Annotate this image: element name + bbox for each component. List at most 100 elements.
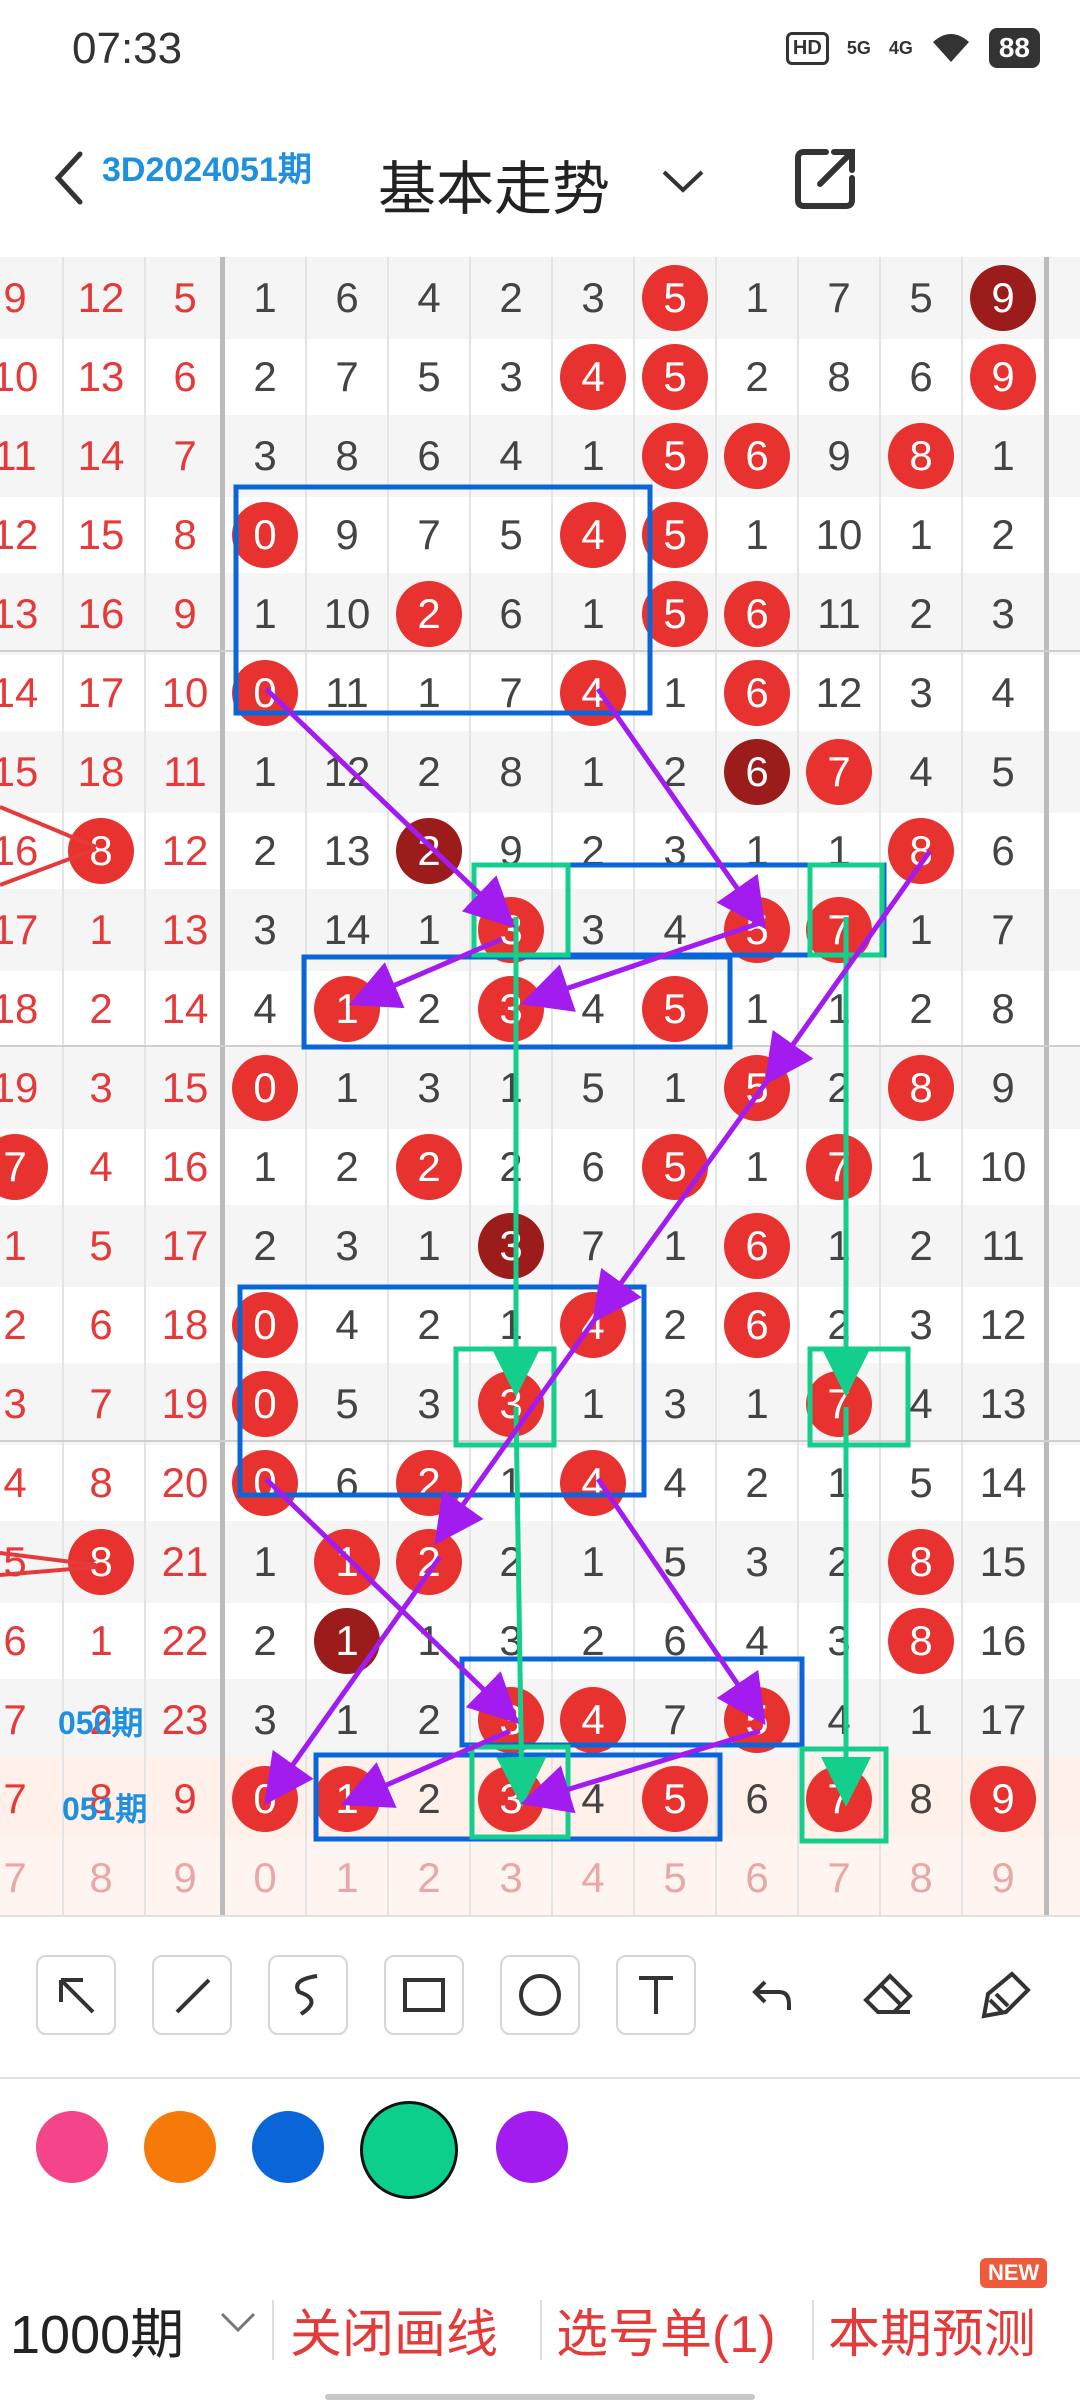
omission-cell[interactable]: 1 <box>634 1047 716 1129</box>
omission-cell[interactable]: 4 <box>880 1363 962 1445</box>
line-icon[interactable] <box>152 1955 232 2035</box>
omission-cell[interactable]: 1 <box>552 731 634 813</box>
omission-cell[interactable]: 1 <box>388 889 470 971</box>
drawn-number-ball[interactable]: 8 <box>880 1047 962 1129</box>
omission-cell[interactable]: 6 <box>552 1126 634 1208</box>
omission-cell[interactable]: 4 <box>634 889 716 971</box>
omission-cell[interactable]: 1 <box>962 415 1044 497</box>
omission-cell[interactable]: 2 <box>880 1205 962 1287</box>
omission-cell[interactable]: 2 <box>470 257 552 339</box>
drawn-number-ball[interactable]: 5 <box>634 968 716 1050</box>
omission-cell[interactable]: 7 <box>798 1837 880 1915</box>
predict-button[interactable]: 本期预测 <box>828 2292 1036 2367</box>
omission-cell[interactable]: 1 <box>224 731 306 813</box>
drawn-number-ball[interactable]: 9 <box>962 336 1044 418</box>
omission-cell[interactable]: 4 <box>962 652 1044 734</box>
omission-cell[interactable]: 6 <box>716 1837 798 1915</box>
omission-cell[interactable]: 2 <box>798 1284 880 1366</box>
omission-cell[interactable]: 5 <box>962 731 1044 813</box>
omission-cell[interactable]: 1 <box>716 1363 798 1445</box>
drawn-number-ball[interactable]: 3 <box>470 1679 552 1761</box>
trend-chart-grid[interactable]: 9 12 5 1 6 4 2 3 5 1 7 5 9 10 13 6 2 7 5 3 4 5 2 8 6 9 11 14 7 3 8 6 4 1 5… <box>0 257 1080 1915</box>
omission-cell[interactable]: 3 <box>634 1363 716 1445</box>
omission-cell[interactable]: 1 <box>798 810 880 892</box>
omission-cell[interactable]: 4 <box>306 1284 388 1366</box>
pick-list-button[interactable]: 选号单(1) <box>556 2292 776 2367</box>
omission-cell[interactable]: 8 <box>470 731 552 813</box>
omission-cell[interactable]: 2 <box>798 1521 880 1603</box>
omission-cell[interactable]: 3 <box>552 889 634 971</box>
drawn-number-ball[interactable]: 2 <box>388 810 470 892</box>
color-swatch-pink[interactable] <box>36 2111 108 2183</box>
omission-cell[interactable]: 12 <box>798 652 880 734</box>
omission-cell[interactable]: 3 <box>388 1047 470 1129</box>
omission-cell[interactable]: 15 <box>962 1521 1044 1603</box>
omission-cell[interactable]: 7 <box>552 1205 634 1287</box>
drawn-number-ball[interactable]: 0 <box>224 494 306 576</box>
omission-cell[interactable]: 2 <box>716 1442 798 1524</box>
drawn-number-ball[interactable]: 6 <box>716 731 798 813</box>
eraser-icon[interactable] <box>848 1955 928 2035</box>
omission-cell[interactable]: 4 <box>470 415 552 497</box>
drawn-number-ball[interactable]: 4 <box>552 652 634 734</box>
omission-cell[interactable]: 1 <box>716 810 798 892</box>
omission-cell[interactable]: 2 <box>388 1837 470 1915</box>
drawn-number-ball[interactable]: 7 <box>798 1126 880 1208</box>
omission-cell[interactable]: 1 <box>798 1205 880 1287</box>
omission-cell[interactable]: 7 <box>388 494 470 576</box>
drawn-number-ball[interactable]: 6 <box>716 415 798 497</box>
omission-cell[interactable]: 5 <box>470 494 552 576</box>
drawn-number-ball[interactable]: 3 <box>470 1758 552 1840</box>
omission-cell[interactable]: 12 <box>306 731 388 813</box>
omission-cell[interactable]: 3 <box>470 1600 552 1682</box>
drawn-number-ball[interactable]: 7 <box>798 889 880 971</box>
chevron-down-icon[interactable] <box>218 2310 258 2334</box>
omission-cell[interactable]: 2 <box>224 1600 306 1682</box>
drawn-number-ball[interactable]: 7 <box>798 1363 880 1445</box>
omission-cell[interactable]: 5 <box>552 1047 634 1129</box>
color-swatch-purple[interactable] <box>496 2111 568 2183</box>
drawn-number-ball[interactable]: 0 <box>224 1363 306 1445</box>
omission-cell[interactable]: 3 <box>306 1205 388 1287</box>
drawn-number-ball[interactable]: 8 <box>880 1600 962 1682</box>
drawn-number-ball[interactable]: 4 <box>552 1679 634 1761</box>
omission-cell[interactable]: 1 <box>470 1442 552 1524</box>
omission-cell[interactable]: 1 <box>306 1837 388 1915</box>
omission-cell[interactable]: 1 <box>388 1600 470 1682</box>
color-swatch-orange[interactable] <box>144 2111 216 2183</box>
omission-cell[interactable]: 1 <box>716 1126 798 1208</box>
drawn-number-ball[interactable]: 1 <box>306 968 388 1050</box>
omission-cell[interactable]: 3 <box>224 1679 306 1761</box>
drawn-number-ball[interactable]: 2 <box>388 1442 470 1524</box>
omission-cell[interactable]: 1 <box>716 257 798 339</box>
omission-cell[interactable]: 1 <box>798 1442 880 1524</box>
omission-cell[interactable]: 7 <box>634 1679 716 1761</box>
omission-cell[interactable]: 7 <box>470 652 552 734</box>
drawn-number-ball[interactable]: 5 <box>634 573 716 655</box>
omission-cell[interactable]: 2 <box>470 1521 552 1603</box>
omission-cell[interactable]: 4 <box>798 1679 880 1761</box>
omission-cell[interactable]: 2 <box>388 1758 470 1840</box>
omission-cell[interactable]: 3 <box>634 810 716 892</box>
drawn-number-ball[interactable]: 6 <box>716 652 798 734</box>
omission-cell[interactable]: 7 <box>798 257 880 339</box>
drawn-number-ball[interactable]: 0 <box>224 1284 306 1366</box>
omission-cell[interactable]: 3 <box>880 1284 962 1366</box>
omission-cell[interactable]: 3 <box>552 257 634 339</box>
omission-cell[interactable]: 4 <box>552 968 634 1050</box>
drawn-number-ball[interactable]: 7 <box>798 1758 880 1840</box>
omission-cell[interactable]: 11 <box>798 573 880 655</box>
omission-cell[interactable]: 2 <box>880 968 962 1050</box>
omission-cell[interactable]: 9 <box>470 810 552 892</box>
omission-cell[interactable]: 1 <box>634 652 716 734</box>
omission-cell[interactable]: 1 <box>388 652 470 734</box>
drawn-number-ball[interactable]: 1 <box>306 1758 388 1840</box>
omission-cell[interactable]: 1 <box>880 1679 962 1761</box>
omission-cell[interactable]: 1 <box>552 573 634 655</box>
omission-cell[interactable]: 3 <box>962 573 1044 655</box>
drawn-number-ball[interactable]: 0 <box>224 1442 306 1524</box>
clear-brush-icon[interactable] <box>964 1955 1044 2035</box>
drawn-number-ball[interactable]: 3 <box>470 889 552 971</box>
omission-cell[interactable]: 6 <box>306 257 388 339</box>
select-arrow-icon[interactable] <box>36 1955 116 2035</box>
